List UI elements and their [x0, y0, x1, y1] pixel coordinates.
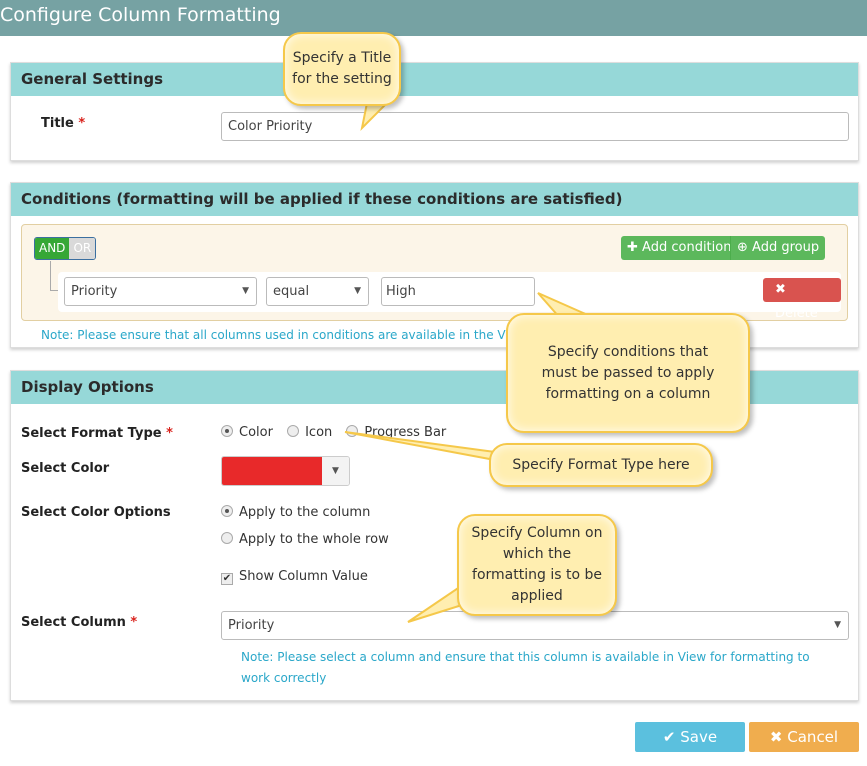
caret-down-icon: ▼: [242, 286, 249, 296]
title-callout-text: Specify a Title for the setting: [292, 50, 392, 87]
conditions-callout: Specify conditions that must be passed t…: [506, 313, 750, 433]
select-color-label: Select Color: [21, 461, 110, 476]
column-select-value: Priority: [228, 618, 275, 633]
title-label: Title *: [41, 116, 85, 131]
format-type-icon-label: Icon: [305, 425, 333, 440]
required-mark: *: [130, 615, 138, 630]
radio-apply-row[interactable]: [221, 532, 233, 544]
color-option-row-label: Apply to the whole row: [239, 532, 389, 547]
title-callout: Specify a Title for the setting: [283, 32, 401, 106]
condition-group: AND OR ✚ Add condition ⊕ Add group Prior…: [21, 224, 848, 321]
select-column-label-text: Select Column: [21, 615, 126, 630]
delete-rule-button[interactable]: ✖ Delete: [763, 278, 841, 321]
cancel-label: Cancel: [787, 728, 839, 746]
close-icon: ✖: [775, 282, 786, 297]
dialog-title-bar: Configure Column Formatting: [0, 0, 867, 36]
radio-progress-bar[interactable]: [346, 425, 359, 437]
conditions-heading: Conditions (formatting will be applied i…: [11, 183, 858, 216]
color-option-column[interactable]: Apply to the column: [221, 505, 380, 520]
show-column-value-checkbox[interactable]: ✔: [221, 573, 233, 585]
color-picker[interactable]: ▼: [221, 456, 350, 486]
rule-value-input[interactable]: High: [381, 277, 535, 306]
cancel-button[interactable]: ✖ Cancel: [749, 722, 859, 752]
title-label-text: Title: [41, 116, 74, 131]
logic-toggle[interactable]: AND OR: [34, 237, 97, 260]
format-type-callout-text: Specify Format Type here: [512, 456, 690, 473]
add-condition-button[interactable]: ✚ Add condition: [621, 236, 738, 260]
add-condition-label: Add condition: [642, 240, 732, 255]
radio-color[interactable]: [221, 425, 233, 437]
column-callout: Specify Column on which the formatting i…: [457, 514, 617, 616]
column-note: Note: Please select a column and ensure …: [241, 650, 810, 685]
title-input[interactable]: Color Priority: [221, 112, 849, 141]
plus-icon: ✚: [627, 240, 638, 255]
caret-down-icon: ▼: [834, 620, 841, 630]
show-column-value[interactable]: ✔ Show Column Value: [221, 569, 378, 585]
radio-icon[interactable]: [287, 425, 300, 437]
color-swatch[interactable]: [222, 457, 322, 485]
check-icon: ✔: [662, 728, 676, 746]
column-callout-text: Specify Column on which the formatting i…: [471, 525, 603, 604]
condition-rule: Priority ▼ equal ▼ High ✖ Delete: [58, 272, 841, 321]
color-option-column-label: Apply to the column: [239, 505, 371, 520]
close-icon: ✖: [769, 728, 783, 746]
rule-operator-select[interactable]: equal ▼: [266, 277, 369, 306]
rule-field-value: Priority: [71, 284, 118, 299]
color-options-label: Select Color Options: [21, 505, 171, 520]
format-type-callout: Specify Format Type here: [489, 443, 713, 487]
general-settings-panel: General Settings Title * Color Priority: [10, 62, 859, 161]
rule-field-select[interactable]: Priority ▼: [64, 277, 257, 306]
show-column-value-label: Show Column Value: [239, 569, 368, 584]
title-input-value: Color Priority: [228, 119, 313, 134]
required-mark: *: [166, 426, 173, 441]
format-type-progress-bar-label: Progress Bar: [364, 425, 447, 440]
rule-operator-value: equal: [273, 284, 310, 299]
save-button[interactable]: ✔ Save: [635, 722, 745, 752]
caret-down-icon[interactable]: ▼: [322, 457, 349, 485]
format-type-label-text: Select Format Type: [21, 426, 162, 441]
dialog-title: Configure Column Formatting: [0, 4, 281, 26]
save-label: Save: [680, 728, 718, 746]
caret-down-icon: ▼: [354, 286, 361, 296]
radio-apply-column[interactable]: [221, 505, 233, 517]
conditions-callout-text: Specify conditions that must be passed t…: [541, 343, 715, 402]
rule-value-text: High: [386, 284, 416, 299]
add-group-button[interactable]: ⊕ Add group: [730, 236, 826, 260]
color-option-row[interactable]: Apply to the whole row: [221, 532, 399, 547]
select-column-label: Select Column *: [21, 615, 137, 630]
or-button[interactable]: OR: [69, 238, 96, 259]
add-group-label: Add group: [752, 240, 820, 255]
format-type-label: Select Format Type *: [21, 426, 173, 441]
general-settings-heading: General Settings: [11, 63, 858, 96]
format-type-color[interactable]: Color: [221, 425, 283, 440]
delete-label: Delete: [775, 306, 818, 321]
format-type-options: Color Icon Progress Bar: [221, 425, 456, 440]
conditions-note: Note: Please ensure that all columns use…: [41, 328, 526, 342]
required-mark: *: [78, 116, 86, 131]
format-type-progress-bar[interactable]: Progress Bar: [346, 425, 456, 440]
plus-circle-icon: ⊕: [737, 240, 748, 255]
format-type-color-label: Color: [239, 425, 273, 440]
format-type-icon[interactable]: Icon: [287, 425, 342, 440]
and-button[interactable]: AND: [35, 238, 70, 259]
